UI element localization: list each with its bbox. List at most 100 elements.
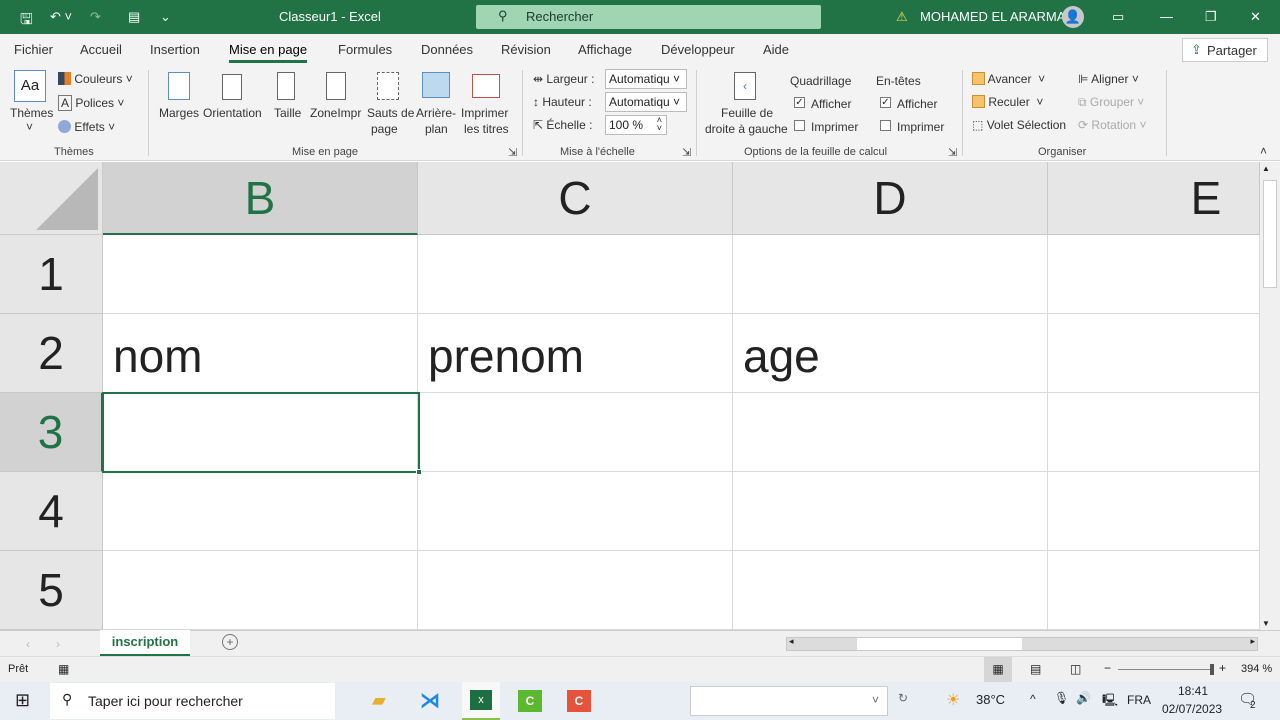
cell-c4[interactable] bbox=[418, 472, 733, 551]
scroll-up-icon[interactable]: ▲ bbox=[1262, 164, 1270, 173]
next-sheet-icon[interactable]: › bbox=[56, 637, 60, 651]
effects-button[interactable]: Effets ˅ bbox=[58, 120, 115, 134]
undo-icon[interactable]: ↶ ˅ bbox=[50, 9, 72, 25]
tab-aide[interactable]: Aide bbox=[763, 42, 789, 57]
user-name[interactable]: MOHAMED EL ARARMA bbox=[920, 9, 1065, 24]
ribbon-display-icon[interactable]: ▭ bbox=[1112, 9, 1124, 25]
search-box[interactable]: ⚲ Rechercher bbox=[476, 5, 821, 29]
save-icon[interactable]: 🖫 bbox=[20, 9, 33, 34]
themes-button[interactable]: Thèmes bbox=[10, 106, 53, 120]
row-header-2[interactable]: 2 bbox=[0, 314, 103, 393]
taskbar-search-input[interactable]: ⚲ Taper ici pour rechercher bbox=[50, 683, 335, 719]
print-titles-button[interactable]: Imprimer bbox=[461, 106, 508, 120]
cell-d3[interactable] bbox=[733, 393, 1048, 472]
row-header-4[interactable]: 4 bbox=[0, 472, 103, 551]
fill-handle[interactable] bbox=[416, 469, 422, 475]
cell-e2[interactable] bbox=[1048, 314, 1260, 393]
cell-d2[interactable]: age bbox=[733, 314, 1048, 393]
weather-temp[interactable]: 38°C bbox=[976, 692, 1005, 707]
collapse-ribbon-icon[interactable]: ˄ bbox=[1260, 144, 1267, 158]
zoom-in-button[interactable]: + bbox=[1219, 661, 1226, 675]
breaks-button[interactable]: Sauts de bbox=[367, 106, 414, 120]
scale-stepper[interactable]: 100 % ˄ ˅ bbox=[605, 115, 667, 135]
fonts-button[interactable]: A Polices ˅ bbox=[58, 95, 124, 111]
zoom-slider[interactable] bbox=[1118, 664, 1214, 675]
tab-developpeur[interactable]: Développeur bbox=[661, 42, 735, 57]
send-backward-button[interactable]: Reculer ˅ bbox=[972, 95, 1043, 109]
column-header-c[interactable]: C bbox=[418, 162, 733, 235]
zoom-level[interactable]: 394 % bbox=[1241, 663, 1272, 675]
dialog-launcher-icon[interactable]: ⇲ bbox=[508, 146, 517, 159]
horizontal-scroll-thumb[interactable] bbox=[857, 638, 1022, 650]
prev-sheet-icon[interactable]: ‹ bbox=[26, 637, 30, 651]
restore-icon[interactable]: ❐ bbox=[1205, 9, 1217, 25]
sheet-tab-inscription[interactable]: inscription bbox=[100, 630, 190, 656]
colors-button[interactable]: Couleurs ˅ bbox=[58, 72, 133, 86]
group-button[interactable]: ⧉ Grouper ˅ bbox=[1078, 95, 1144, 110]
windows-start-icon[interactable]: ⊞ bbox=[15, 690, 30, 711]
cell-c1[interactable] bbox=[418, 235, 733, 314]
cell-d4[interactable] bbox=[733, 472, 1048, 551]
redo-icon[interactable]: ↷ bbox=[90, 9, 101, 25]
dialog-launcher-icon[interactable]: ⇲ bbox=[948, 146, 957, 159]
column-header-e[interactable]: E bbox=[1048, 162, 1260, 235]
normal-view-icon[interactable]: ▦ bbox=[984, 657, 1012, 683]
cell-e3[interactable] bbox=[1048, 393, 1260, 472]
volume-icon[interactable]: 🔊 bbox=[1076, 691, 1091, 705]
tab-formules[interactable]: Formules bbox=[338, 42, 392, 57]
clock-time[interactable]: 18:41 bbox=[1178, 684, 1208, 698]
page-break-view-icon[interactable]: ◫ bbox=[1070, 662, 1081, 676]
rtl-sheet-button[interactable]: Feuille de bbox=[721, 106, 773, 120]
address-toolbar-input[interactable]: ˅ bbox=[690, 686, 888, 716]
column-header-d[interactable]: D bbox=[733, 162, 1048, 235]
file-explorer-icon[interactable]: ▰ bbox=[372, 690, 386, 711]
row-header-5[interactable]: 5 bbox=[0, 551, 103, 630]
cell-c3[interactable] bbox=[418, 393, 733, 472]
print-area-button[interactable]: ZoneImpr bbox=[310, 106, 361, 120]
zoom-out-button[interactable]: − bbox=[1104, 661, 1111, 675]
active-cell-b3[interactable] bbox=[102, 392, 422, 475]
row-header-3[interactable]: 3 bbox=[0, 393, 103, 472]
refresh-icon[interactable]: ↻ bbox=[898, 691, 908, 705]
excel-taskbar-button[interactable]: x bbox=[462, 682, 500, 720]
weather-icon[interactable]: ☀ bbox=[946, 690, 960, 710]
background-button[interactable]: Arrière- bbox=[416, 106, 456, 120]
themes-icon[interactable]: Aa bbox=[14, 70, 46, 102]
add-sheet-icon[interactable]: + bbox=[222, 634, 238, 650]
macro-record-icon[interactable]: ▦ bbox=[58, 662, 69, 676]
avatar[interactable]: 👤 bbox=[1062, 6, 1084, 28]
width-select[interactable]: Automatiqu ˅ bbox=[605, 69, 687, 89]
language-indicator[interactable]: FRA bbox=[1127, 693, 1151, 707]
scroll-right-icon[interactable]: ▸ bbox=[1250, 636, 1255, 647]
cell-b1[interactable] bbox=[103, 235, 418, 314]
scroll-down-icon[interactable]: ▼ bbox=[1262, 619, 1270, 628]
horizontal-scrollbar[interactable]: ◂ ▸ bbox=[786, 636, 1258, 651]
close-icon[interactable]: ✕ bbox=[1250, 9, 1261, 25]
vertical-scrollbar[interactable]: ▲ ▼ bbox=[1260, 162, 1280, 630]
height-select[interactable]: Automatiqu ˅ bbox=[605, 92, 687, 112]
camtasia-green-icon[interactable]: C bbox=[518, 690, 542, 712]
form-icon[interactable]: ▤ bbox=[128, 9, 140, 25]
align-button[interactable]: ⊫ Aligner ˅ bbox=[1078, 72, 1139, 86]
cell-b4[interactable] bbox=[103, 472, 418, 551]
page-layout-view-icon[interactable]: ▤ bbox=[1030, 662, 1041, 676]
share-button[interactable]: ⇪ Partager bbox=[1182, 38, 1268, 62]
margins-button[interactable]: Marges bbox=[159, 106, 199, 120]
tab-insertion[interactable]: Insertion bbox=[150, 42, 200, 57]
cell-b5[interactable] bbox=[103, 551, 418, 630]
scroll-left-icon[interactable]: ◂ bbox=[789, 636, 794, 647]
select-all-corner[interactable] bbox=[0, 162, 103, 235]
vertical-scroll-thumb[interactable] bbox=[1263, 180, 1277, 288]
tab-revision[interactable]: Révision bbox=[501, 42, 551, 57]
clock-date[interactable]: 02/07/2023 bbox=[1162, 702, 1222, 716]
column-header-b[interactable]: B bbox=[103, 162, 418, 235]
camtasia-red-icon[interactable]: C bbox=[567, 690, 591, 712]
orientation-button[interactable]: Orientation bbox=[203, 106, 262, 120]
gridlines-print-checkbox[interactable] bbox=[794, 120, 805, 131]
rotate-button[interactable]: ⟳ Rotation ˅ bbox=[1078, 118, 1146, 132]
cell-e1[interactable] bbox=[1048, 235, 1260, 314]
tab-accueil[interactable]: Accueil bbox=[80, 42, 122, 57]
tab-mise-en-page[interactable]: Mise en page bbox=[229, 42, 308, 63]
dialog-launcher-icon[interactable]: ⇲ bbox=[682, 146, 691, 159]
tray-chevron-icon[interactable]: ^ bbox=[1030, 692, 1036, 706]
